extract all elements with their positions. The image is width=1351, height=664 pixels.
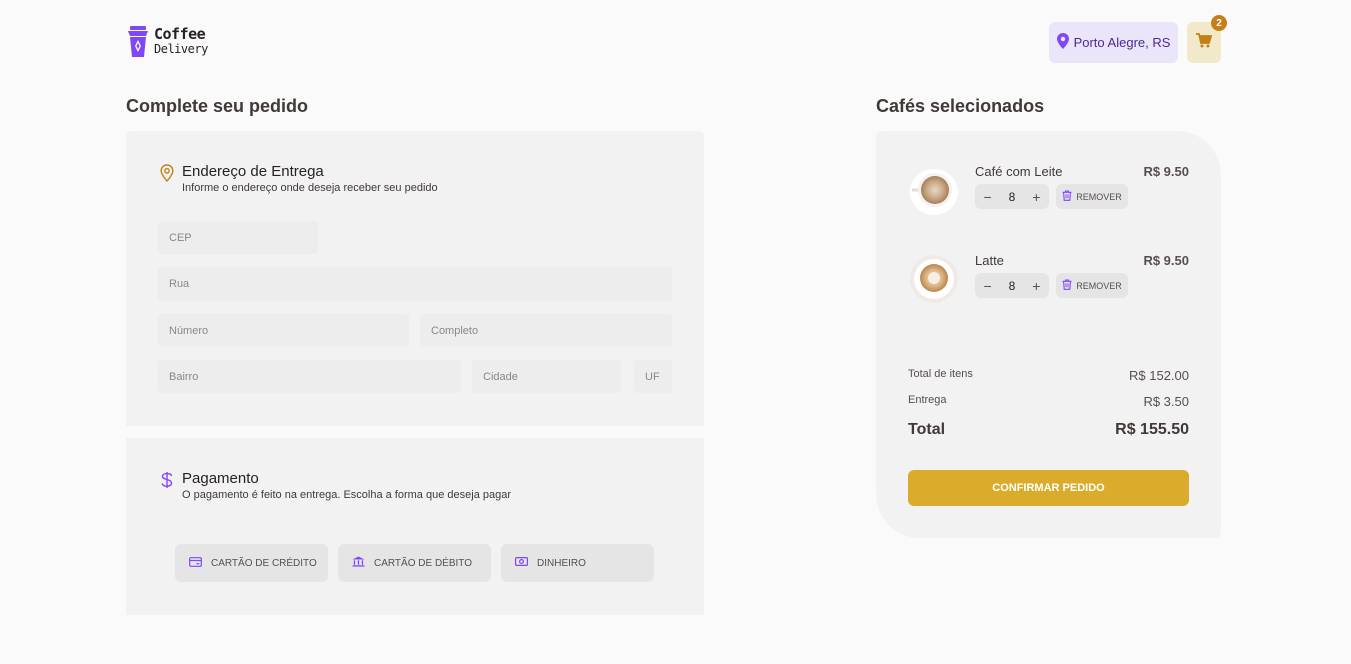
cart-title: Cafés selecionados [876, 96, 1045, 116]
remove-label: REMOVER [1076, 191, 1122, 202]
location-badge[interactable]: Porto Alegre, RS [1049, 22, 1178, 63]
pay-cash-button[interactable]: DINHEIRO [501, 544, 654, 582]
numero-input[interactable]: Número [158, 314, 409, 347]
location-label: Porto Alegre, RS [1073, 35, 1171, 50]
numero-placeholder: Número [169, 324, 209, 337]
minus-icon[interactable]: − [983, 278, 991, 294]
confirm-order-button[interactable]: CONFIRMAR PEDIDO [908, 470, 1189, 506]
cart-item-price: R$ 9.50 [1143, 164, 1189, 179]
pay-debit-card-label: CARTÃO DE DÉBITO [374, 557, 472, 569]
cart-item-name: Latte [975, 253, 1004, 268]
address-card: Endereço de Entrega Informe o endereço o… [126, 131, 704, 426]
rua-input[interactable]: Rua [158, 267, 672, 301]
delivery-value: R$ 3.50 [1143, 394, 1189, 409]
checkout-title: Complete seu pedido [126, 96, 309, 116]
rua-placeholder: Rua [169, 278, 190, 290]
quantity-stepper[interactable]: − 8 + [975, 184, 1049, 209]
total-label: Total [908, 421, 946, 438]
address-subtitle: Informe o endereço onde deseja receber s… [182, 182, 438, 194]
total-value: R$ 155.50 [1115, 421, 1189, 438]
plus-icon[interactable]: + [1032, 278, 1040, 294]
completo-input[interactable]: Completo [420, 314, 672, 347]
uf-placeholder: UF [645, 370, 660, 383]
dollar-sign-icon [160, 471, 174, 494]
bairro-placeholder: Bairro [169, 370, 199, 383]
bairro-input[interactable]: Bairro [158, 360, 461, 393]
cep-placeholder: CEP [169, 231, 192, 244]
delivery-label: Entrega [908, 394, 947, 406]
payment-card: Pagamento O pagamento é feito na entrega… [126, 438, 704, 615]
uf-input[interactable]: UF [634, 360, 672, 393]
pay-credit-card-button[interactable]: CARTÃO DE CRÉDITO [175, 544, 328, 582]
map-pin-icon [1056, 33, 1069, 52]
logo-text-line2: Delivery [154, 42, 208, 56]
logo-text-line1: Coffee [154, 25, 206, 43]
remove-label: REMOVER [1076, 280, 1122, 291]
money-icon [515, 557, 529, 569]
minus-icon[interactable]: − [983, 189, 991, 205]
map-pin-outline-icon [160, 164, 174, 187]
trash-icon [1062, 279, 1072, 292]
cart-item-price: R$ 9.50 [1143, 253, 1189, 268]
shopping-cart-icon [1196, 32, 1213, 53]
payment-title: Pagamento [182, 470, 259, 487]
quantity-stepper[interactable]: − 8 + [975, 273, 1049, 298]
pay-debit-card-button[interactable]: CARTÃO DE DÉBITO [338, 544, 491, 582]
cart-count-badge: 2 [1211, 15, 1227, 31]
pay-cash-label: DINHEIRO [537, 557, 586, 569]
trash-icon [1062, 190, 1072, 203]
payment-subtitle: O pagamento é feito na entrega. Escolha … [182, 489, 511, 501]
quantity-value: 8 [1008, 189, 1016, 204]
pay-credit-card-label: CARTÃO DE CRÉDITO [211, 557, 317, 569]
cart-item-name: Café com Leite [975, 164, 1063, 179]
cidade-input[interactable]: Cidade [472, 360, 621, 393]
items-total-label: Total de itens [908, 368, 973, 380]
cep-input[interactable]: CEP [158, 221, 318, 254]
remove-button[interactable]: REMOVER [1056, 184, 1128, 209]
completo-placeholder: Completo [431, 324, 479, 337]
bank-icon [352, 556, 365, 570]
address-title: Endereço de Entrega [182, 163, 324, 180]
credit-card-icon [189, 556, 202, 570]
quantity-value: 8 [1008, 278, 1016, 293]
coffee-cup-logo-icon [128, 26, 148, 58]
items-total-value: R$ 152.00 [1129, 368, 1189, 383]
latte-image [908, 252, 960, 309]
remove-button[interactable]: REMOVER [1056, 273, 1128, 298]
logo[interactable]: Coffee Delivery [128, 24, 208, 60]
cidade-placeholder: Cidade [483, 370, 518, 383]
cafe-com-leite-image [908, 164, 960, 221]
plus-icon[interactable]: + [1032, 189, 1040, 205]
